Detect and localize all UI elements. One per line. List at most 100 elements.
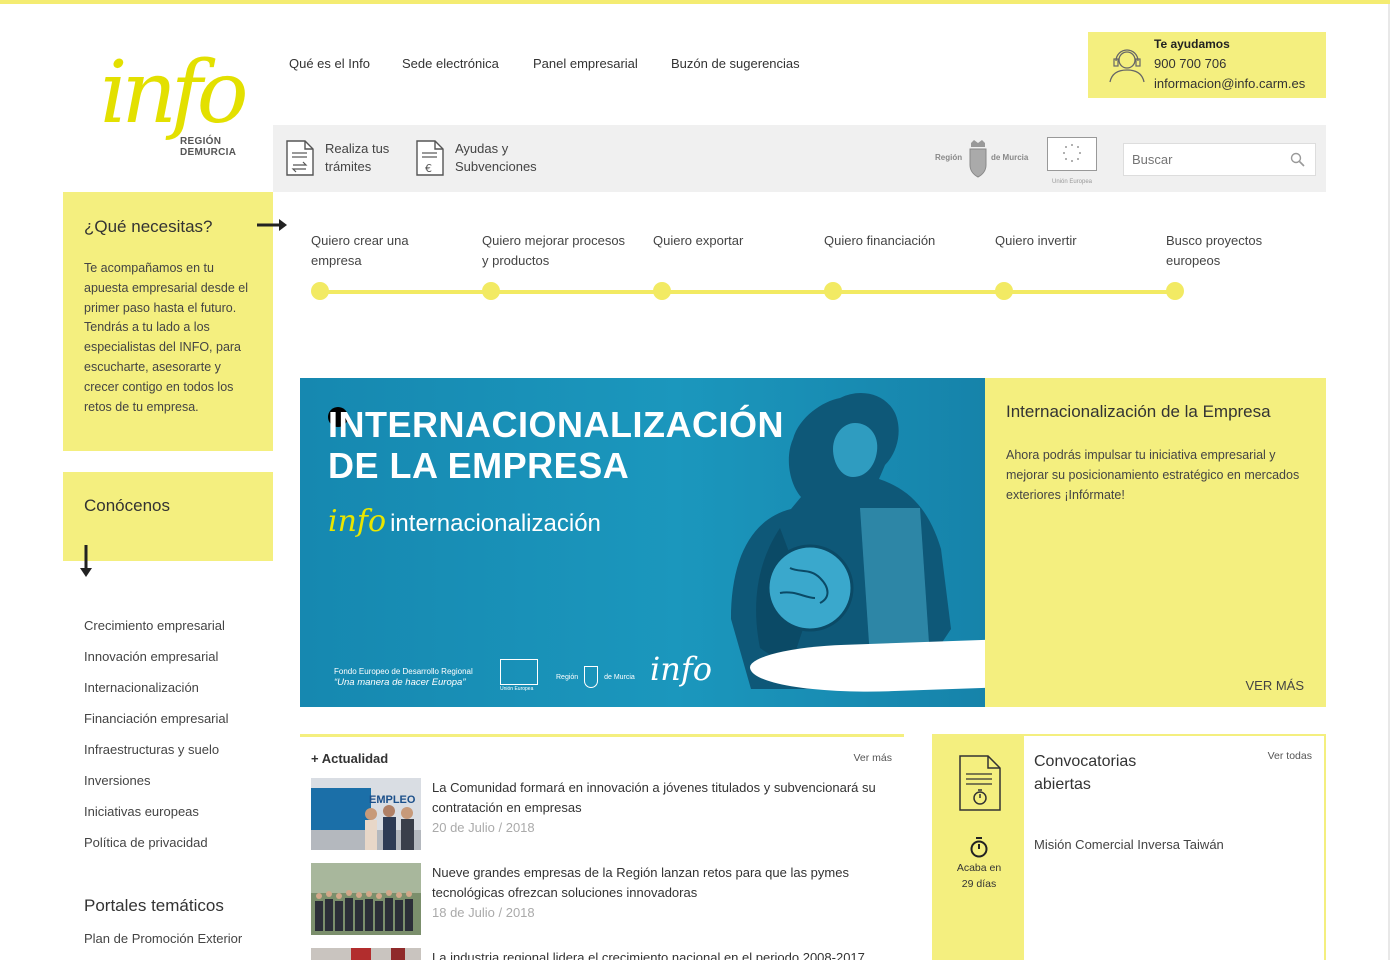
news-headline[interactable]: La industria regional lidera el crecimie… bbox=[432, 948, 892, 960]
banner-region-text-1: Región bbox=[556, 673, 579, 681]
step-label-2: europeos bbox=[1166, 253, 1221, 268]
info-logo[interactable]: info REGIÓN DEMURCIA bbox=[96, 43, 248, 168]
help-box: Te ayudamos 900 700 706 informacion@info… bbox=[1088, 32, 1326, 98]
news-headline[interactable]: Nueve grandes empresas de la Región lanz… bbox=[432, 863, 892, 903]
tramites-label-2: trámites bbox=[325, 159, 372, 174]
coat-of-arms-icon bbox=[969, 140, 987, 178]
convocatorias-title-line-1: Convocatorias bbox=[1034, 753, 1137, 770]
portales-title: Portales temáticos bbox=[84, 896, 224, 915]
convocatoria-item[interactable]: Misión Comercial Inversa Taiwán bbox=[1034, 837, 1224, 852]
search-input[interactable] bbox=[1124, 144, 1274, 175]
ue-logo-text: Unión Europea bbox=[1051, 179, 1093, 185]
feder-text: Fondo Europeo de Desarrollo Regional “Un… bbox=[334, 666, 473, 688]
nav-buzon-sugerencias[interactable]: Buzón de sugerencias bbox=[671, 56, 800, 71]
ayudas-label-1: Ayudas y bbox=[455, 141, 509, 156]
region-murcia-logo: Región de Murcia bbox=[935, 139, 1035, 179]
banner-title-line-2: DE LA EMPRESA bbox=[328, 445, 630, 486]
nav-que-es-info[interactable]: Qué es el Info bbox=[289, 56, 370, 71]
need-panel: ¿Qué necesitas? Te acompañamos en tu apu… bbox=[63, 192, 273, 451]
step-financiacion[interactable]: Quiero financiación bbox=[824, 231, 935, 251]
banner-info-logo: info bbox=[328, 504, 387, 539]
convocatorias-section: Acaba en 29 días Convocatorias abiertas … bbox=[932, 734, 1326, 960]
step-label-1: Quiero exportar bbox=[653, 233, 744, 248]
feature-title: Internacionalización de la Empresa bbox=[1006, 402, 1271, 421]
logo-word: info bbox=[100, 43, 248, 143]
news-more-link[interactable]: Ver más bbox=[853, 752, 892, 764]
banner-region-logo: Región de Murcia bbox=[556, 666, 635, 688]
hero-banner[interactable]: INTERNACIONALIZACIÓN DE LA EMPRESA info i… bbox=[300, 378, 985, 707]
tools-bar: Realiza tus trámites € Ayudas y Subvenci… bbox=[273, 125, 1326, 192]
step-dot[interactable] bbox=[1166, 282, 1184, 300]
sidebar-links: Crecimiento empresarial Innovación empre… bbox=[84, 617, 229, 865]
news-title[interactable]: + Actualidad bbox=[311, 751, 388, 766]
ver-mas-button[interactable]: VER MÁS bbox=[1245, 678, 1304, 693]
step-mejorar-procesos[interactable]: Quiero mejorar procesos y productos bbox=[482, 231, 625, 271]
feder-line-1: Fondo Europeo de Desarrollo Regional bbox=[334, 667, 473, 676]
convocatorias-all-link[interactable]: Ver todas bbox=[1268, 750, 1312, 762]
eu-flag-icon bbox=[1047, 137, 1097, 171]
sidebar-item-iniciativas-europeas[interactable]: Iniciativas europeas bbox=[84, 803, 229, 834]
step-label-1: Quiero invertir bbox=[995, 233, 1077, 248]
step-dot[interactable] bbox=[311, 282, 329, 300]
region-logo-text-2: de Murcia bbox=[991, 153, 1029, 162]
ayudas-link[interactable]: € Ayudas y Subvenciones bbox=[415, 139, 537, 177]
news-thumbnail[interactable] bbox=[311, 863, 421, 935]
step-label-2: empresa bbox=[311, 253, 362, 268]
banner-title-line-1: INTERNACIONALIZACIÓN bbox=[328, 404, 784, 445]
sidebar-item-inversiones[interactable]: Inversiones bbox=[84, 772, 229, 803]
step-crear-empresa[interactable]: Quiero crear una empresa bbox=[311, 231, 409, 271]
portal-plan-promocion[interactable]: Plan de Promoción Exterior bbox=[84, 931, 242, 946]
step-label-1: Quiero crear una bbox=[311, 233, 409, 248]
search-icon[interactable] bbox=[1290, 152, 1305, 167]
step-invertir[interactable]: Quiero invertir bbox=[995, 231, 1077, 251]
step-label-1: Busco proyectos bbox=[1166, 233, 1263, 248]
sidebar-item-crecimiento[interactable]: Crecimiento empresarial bbox=[84, 617, 229, 648]
step-dot[interactable] bbox=[482, 282, 500, 300]
conocenos-title: Conócenos bbox=[84, 496, 171, 515]
sidebar-item-privacidad[interactable]: Política de privacidad bbox=[84, 834, 229, 865]
ayudas-label-2: Subvenciones bbox=[455, 159, 537, 174]
sidebar-item-innovacion[interactable]: Innovación empresarial bbox=[84, 648, 229, 679]
step-dot[interactable] bbox=[824, 282, 842, 300]
news-photo-image bbox=[311, 863, 421, 935]
need-text: Te acompañamos en tu apuesta empresarial… bbox=[84, 261, 248, 414]
step-proyectos-europeos[interactable]: Busco proyectos europeos bbox=[1166, 231, 1262, 271]
conocenos-panel: Conócenos bbox=[63, 472, 273, 561]
step-label-2: y productos bbox=[482, 253, 550, 268]
convocatorias-title: Convocatorias abiertas bbox=[1034, 750, 1136, 796]
sidebar-item-infraestructuras[interactable]: Infraestructuras y suelo bbox=[84, 741, 229, 772]
banner-subtitle: info internacionalización bbox=[328, 504, 601, 539]
news-thumbnail[interactable] bbox=[311, 948, 421, 960]
news-photo-image bbox=[311, 948, 421, 960]
step-dot[interactable] bbox=[995, 282, 1013, 300]
step-exportar[interactable]: Quiero exportar bbox=[653, 231, 743, 251]
logo-region-line1: REGIÓN bbox=[180, 136, 222, 147]
feature-panel: Internacionalización de la Empresa Ahora… bbox=[985, 378, 1326, 707]
news-date: 18 de Julio / 2018 bbox=[432, 905, 535, 920]
logo-region-line2: DEMURCIA bbox=[180, 147, 237, 158]
feature-text: Ahora podrás impulsar tu iniciativa empr… bbox=[1006, 448, 1300, 502]
search-box[interactable] bbox=[1123, 143, 1316, 176]
sidebar-item-internacionalizacion[interactable]: Internacionalización bbox=[84, 679, 229, 710]
top-accent-line bbox=[0, 0, 1390, 4]
nav-sede-electronica[interactable]: Sede electrónica bbox=[402, 56, 499, 71]
convocatorias-sidebar: Acaba en 29 días bbox=[934, 736, 1024, 960]
step-label-1: Quiero financiación bbox=[824, 233, 936, 248]
news-thumbnail[interactable]: EMPLEO bbox=[311, 778, 421, 850]
banner-eu-flag-icon bbox=[500, 659, 538, 685]
document-euro-icon: € bbox=[416, 140, 444, 176]
tramites-link[interactable]: Realiza tus trámites bbox=[285, 139, 389, 177]
step-dot[interactable] bbox=[653, 282, 671, 300]
sidebar-item-financiacion[interactable]: Financiación empresarial bbox=[84, 710, 229, 741]
news-headline[interactable]: La Comunidad formará en innovación a jóv… bbox=[432, 778, 892, 818]
banner-title: INTERNACIONALIZACIÓN DE LA EMPRESA bbox=[328, 404, 784, 486]
nav-panel-empresarial[interactable]: Panel empresarial bbox=[533, 56, 638, 71]
help-email[interactable]: informacion@info.carm.es bbox=[1154, 76, 1305, 91]
logo-region: REGIÓN DEMURCIA bbox=[180, 136, 236, 158]
feder-line-2: “Una manera de hacer Europa” bbox=[334, 677, 466, 688]
banner-crest-icon bbox=[584, 666, 599, 688]
help-phone[interactable]: 900 700 706 bbox=[1154, 56, 1226, 71]
headset-icon bbox=[1109, 49, 1145, 83]
banner-info-logo-small: info bbox=[650, 650, 712, 688]
stopwatch-icon bbox=[970, 837, 988, 858]
